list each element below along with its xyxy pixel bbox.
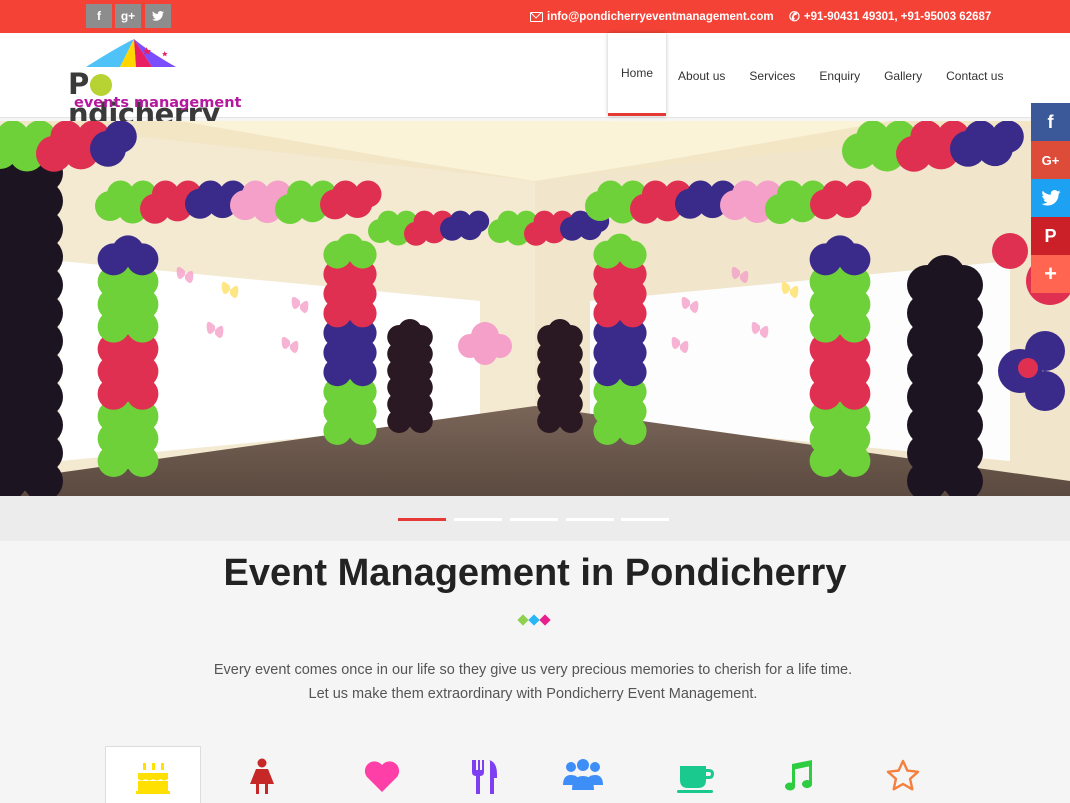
service-special[interactable] (855, 746, 951, 803)
slide-indicator-4[interactable] (566, 518, 614, 521)
female-icon (250, 758, 274, 794)
main-nav: Home About us Services Enquiry Gallery C… (608, 33, 1015, 118)
slide-indicator-3[interactable] (510, 518, 558, 521)
share-twitter-icon[interactable] (1031, 179, 1070, 217)
slide-indicator-5[interactable] (621, 518, 669, 521)
diamond-blue (528, 614, 540, 626)
share-google-plus-icon[interactable]: G+ (1031, 141, 1070, 179)
share-pinterest-icon[interactable]: P (1031, 217, 1070, 255)
service-party[interactable] (648, 746, 744, 803)
diamond-green (517, 614, 529, 626)
hero-slider-image (0, 121, 1070, 496)
phone-text: +91-90431 49301, +91-95003 62687 (803, 10, 992, 23)
envelope-icon (530, 11, 543, 22)
nav-services[interactable]: Services (737, 33, 807, 118)
google-plus-icon[interactable]: g+ (115, 4, 141, 28)
users-icon (563, 759, 603, 790)
coffee-icon (677, 766, 714, 793)
nav-home[interactable]: Home (608, 33, 667, 116)
music-icon (785, 760, 813, 791)
service-birthday[interactable] (105, 746, 201, 803)
service-ladies[interactable] (214, 746, 310, 803)
service-corporate[interactable] (535, 746, 631, 803)
nav-about-us[interactable]: About us (666, 33, 737, 118)
site-logo[interactable]: Pndicherry events management (68, 37, 253, 129)
slider-indicators (0, 496, 1070, 541)
phone-icon: ✆ (789, 8, 800, 24)
birthday-cake-icon (136, 763, 170, 794)
tent-logo-graphic (86, 39, 176, 67)
slide-indicator-2[interactable] (454, 518, 502, 521)
logo-subtitle: events management (74, 95, 242, 111)
twitter-icon[interactable] (145, 4, 171, 28)
balloon-decoration-scene (0, 121, 1070, 496)
star-icon (886, 759, 920, 791)
top-bar: f g+ info@pondicherryeventmanagement.com… (0, 0, 1070, 33)
nav-contact-us[interactable]: Contact us (934, 33, 1015, 118)
title-divider-diamonds (517, 614, 557, 626)
service-catering[interactable] (436, 746, 532, 803)
diamond-pink (539, 614, 551, 626)
slide-indicator-1[interactable] (398, 518, 446, 521)
email-contact[interactable]: info@pondicherryeventmanagement.com (530, 0, 774, 33)
service-music[interactable] (749, 746, 845, 803)
facebook-icon[interactable]: f (86, 4, 112, 28)
email-text[interactable]: info@pondicherryeventmanagement.com (547, 11, 774, 23)
nav-enquiry[interactable]: Enquiry (807, 33, 872, 118)
share-more-icon[interactable]: + (1031, 255, 1070, 293)
site-header: Pndicherry events management Home About … (0, 33, 1070, 129)
intro-line-2: Let us make them extraordinary with Pond… (308, 686, 758, 702)
intro-line-1: Every event comes once in our life so th… (213, 662, 853, 678)
share-facebook-icon[interactable]: f (1031, 103, 1070, 141)
page-title: Event Management in Pondicherry (223, 552, 847, 594)
service-wedding[interactable] (334, 746, 430, 803)
phone-contact: ✆ +91-90431 49301, +91-95003 62687 (789, 0, 991, 33)
logo-o-ball (89, 74, 112, 96)
cutlery-icon (472, 760, 497, 794)
nav-gallery[interactable]: Gallery (872, 33, 934, 118)
heart-icon (364, 761, 400, 792)
